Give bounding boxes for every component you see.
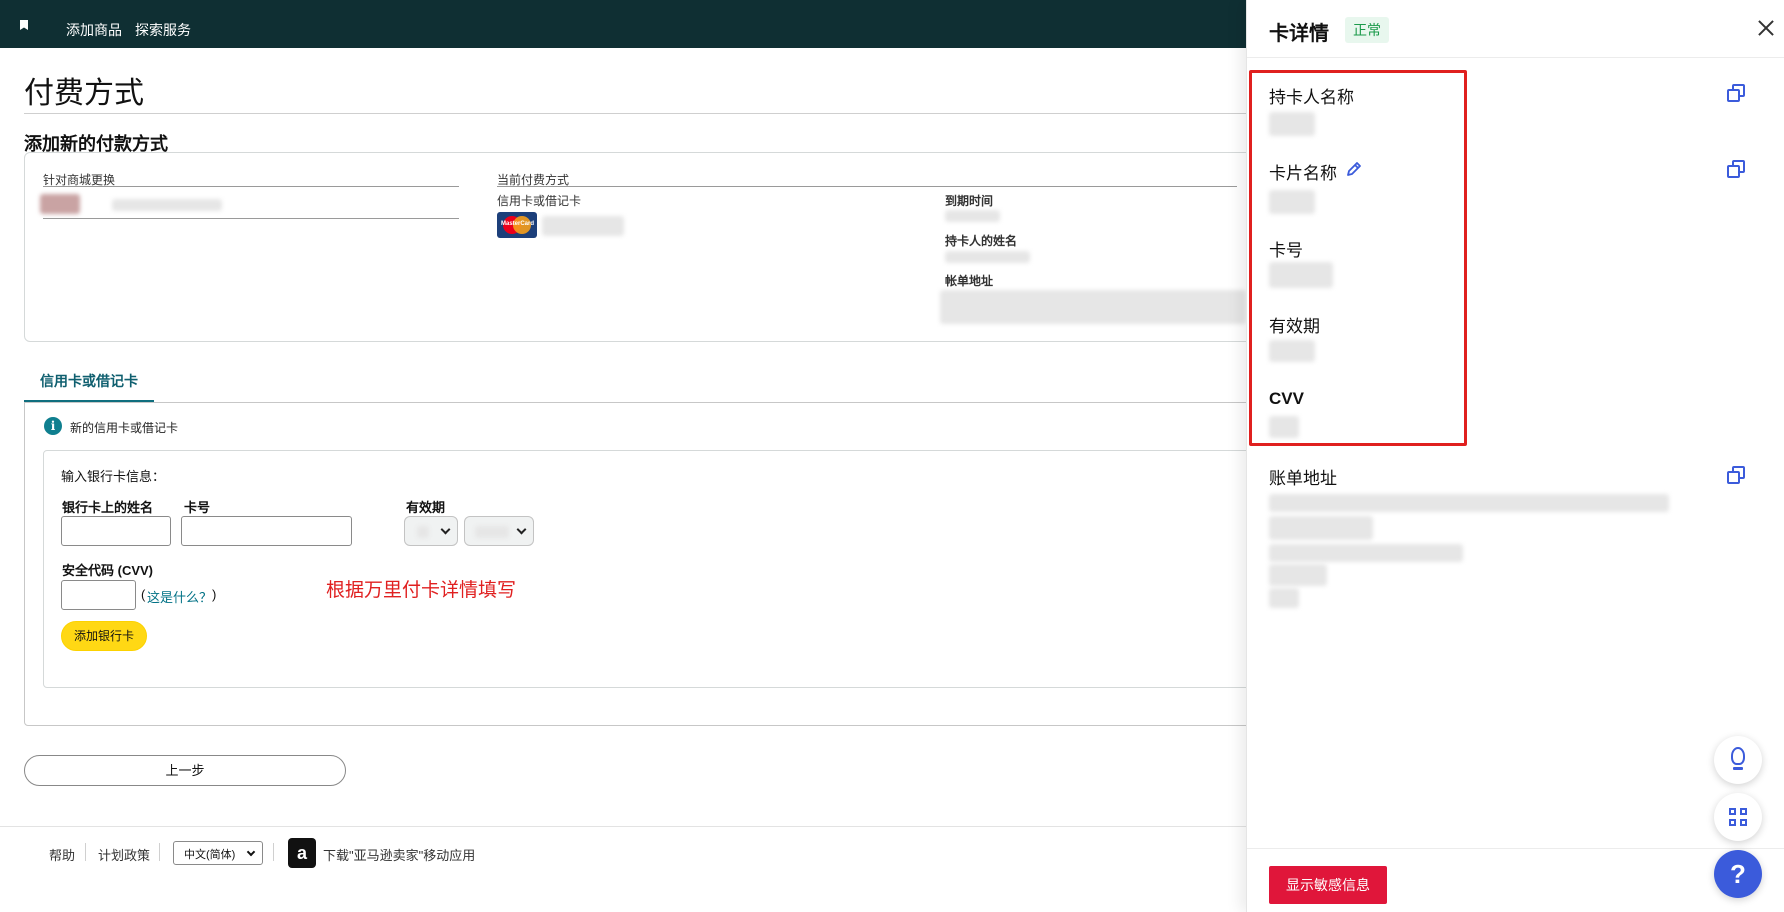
store-name-redacted[interactable] [112,199,222,211]
nav-explore-services[interactable]: 探索服务 [135,20,191,40]
card-details-drawer: 卡详情 正常 持卡人名称 卡片名称 卡号 有效期 CVV 账单地址 显示敏感信息… [1246,0,1784,912]
nav-add-product[interactable]: 添加商品 [66,20,122,40]
qr-code-icon [1729,808,1747,826]
store-select-underline [43,218,459,219]
info-icon: i [44,417,62,435]
chevron-down-icon [516,524,527,535]
card-digits-redacted [542,216,624,236]
expiry-label: 到期时间 [945,194,994,208]
holder-name-redacted [945,251,1030,263]
bookmark-icon[interactable] [20,20,28,30]
edit-icon[interactable] [1345,160,1363,178]
lightbulb-button[interactable] [1714,736,1762,784]
expiry-month-select[interactable] [404,516,458,546]
drawer-header-divider [1247,57,1784,58]
name-on-card-input[interactable] [61,516,171,546]
qr-code-button[interactable] [1714,793,1762,841]
drawer-footer-divider [1247,848,1784,849]
expiry-date-label: 有效期 [406,500,446,515]
copy-icon[interactable] [1727,466,1745,484]
card-number-value-redacted [1269,262,1333,288]
mastercard-logo: MasterCard [497,212,537,238]
new-card-info-text: 新的信用卡或借记卡 [70,421,179,435]
billing-address-line-redacted [1269,544,1463,562]
app-root: 添加商品 探索服务 付费方式 添加新的付款方式 针对商城更换 当前付费方式 信用… [0,0,1784,912]
whats-this-link[interactable]: 这是什么？ [147,587,212,606]
card-name-field-label: 卡片名称 [1269,164,1337,183]
card-type-label: 信用卡或借记卡 [497,194,582,208]
year-redacted [475,526,509,538]
footer-policy-link[interactable]: 计划政策 [98,845,150,864]
copy-icon[interactable] [1727,160,1745,178]
name-on-card-label: 银行卡上的姓名 [62,500,154,515]
expiry-value-redacted [1269,340,1315,362]
card-number-label: 卡号 [184,500,211,515]
expiry-redacted [945,210,1000,222]
card-number-field-label: 卡号 [1269,241,1303,260]
billing-address-label: 帐单地址 [945,274,994,288]
billing-address-redacted [940,290,1246,324]
holder-name-value-redacted [1269,112,1315,136]
switch-store-underline [43,186,459,187]
enter-card-info-label: 输入银行卡信息： [61,469,166,484]
billing-address-line-redacted [1269,516,1373,540]
store-flag-redacted [40,194,80,214]
lightbulb-icon [1731,747,1745,765]
billing-address-line-redacted [1269,564,1327,586]
chevron-down-icon [440,524,451,535]
footer-separator [85,843,86,861]
cvv-input[interactable] [61,580,136,610]
download-app-link[interactable]: 下载"亚马逊卖家"移动应用 [323,845,475,864]
copy-icon[interactable] [1727,84,1745,102]
new-card-form-box [43,450,1263,688]
month-redacted [417,526,429,538]
billing-address-field-label: 账单地址 [1269,469,1337,488]
footer-separator [159,843,160,861]
expiry-year-select[interactable] [464,516,534,546]
billing-address-line-redacted [1269,494,1669,512]
cvv-label: 安全代码 (CVV) [62,563,154,578]
cvv-field-label: CVV [1269,389,1304,408]
amazon-app-icon[interactable]: a [288,838,316,868]
card-name-value-redacted [1269,190,1315,214]
drawer-title: 卡详情 [1269,23,1329,45]
close-icon[interactable] [1757,19,1775,37]
whats-this-paren-open: ( [141,587,146,602]
language-select[interactable]: 中文(简体) [173,841,263,865]
holder-name-field-label: 持卡人名称 [1269,88,1354,107]
page-title: 付费方式 [24,77,144,110]
footer-divider [0,826,1246,827]
footer-help-link[interactable]: 帮助 [49,845,75,864]
holder-name-label: 持卡人的姓名 [945,234,1018,248]
add-card-button[interactable]: 添加银行卡 [61,621,147,651]
footer-separator [273,843,274,861]
status-badge: 正常 [1345,17,1389,43]
expiry-field-label: 有效期 [1269,317,1320,336]
language-value: 中文(简体) [184,849,236,861]
chevron-down-icon [246,847,256,857]
back-button[interactable]: 上一步 [24,755,346,786]
whats-this-paren-close: ) [212,587,217,602]
billing-address-line-redacted [1269,588,1299,608]
card-number-input[interactable] [181,516,352,546]
cvv-value-redacted [1269,416,1299,438]
show-sensitive-info-button[interactable]: 显示敏感信息 [1269,866,1387,904]
help-icon[interactable]: ? [1714,850,1762,898]
title-divider [24,113,1254,114]
current-method-underline [497,186,1237,187]
annotation-text: 根据万里付卡详情填写 [326,580,517,601]
